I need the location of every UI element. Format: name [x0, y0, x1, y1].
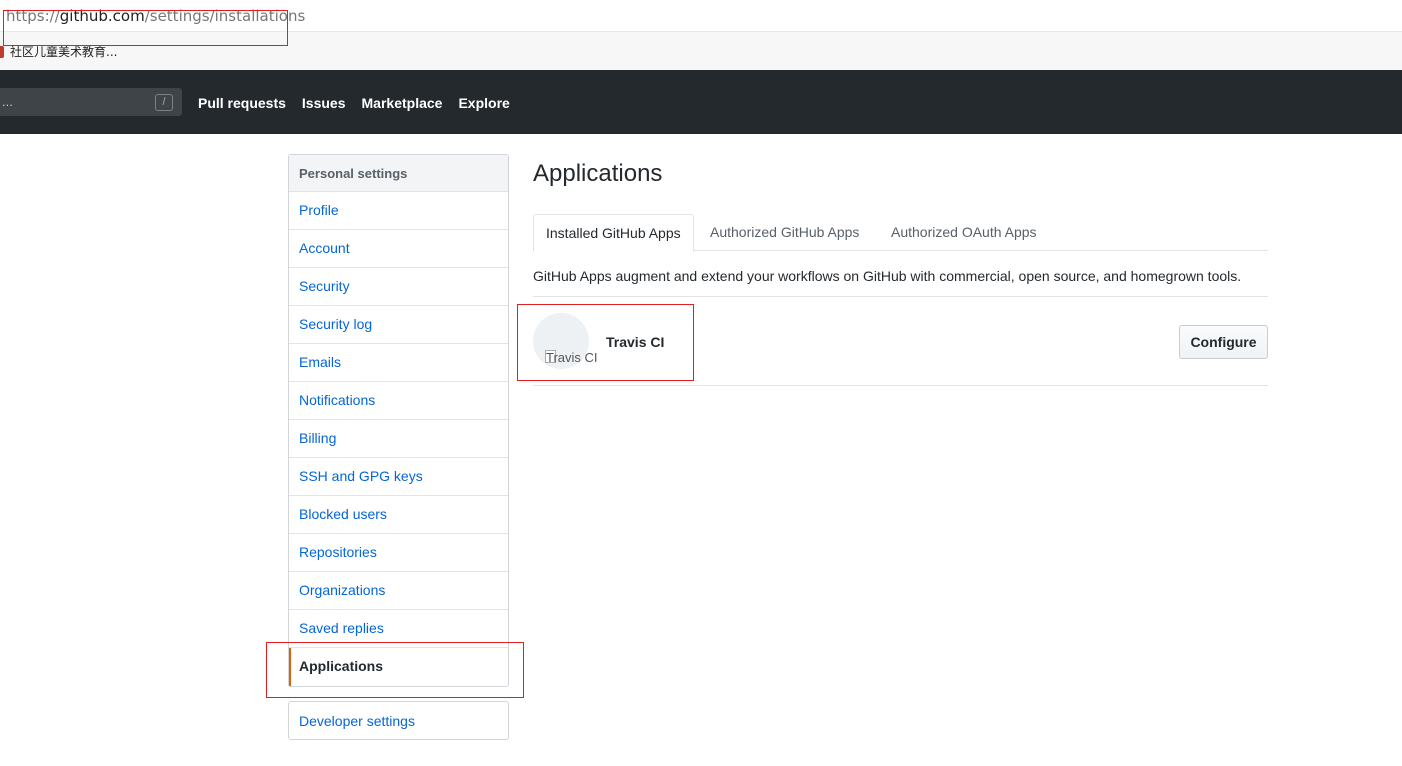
search-input[interactable]: ... / — [0, 88, 182, 116]
url-host: github.com — [59, 7, 145, 25]
search-placeholder: ... — [2, 94, 13, 109]
main-content: Applications Installed GitHub Apps Autho… — [533, 154, 1268, 386]
page-title: Applications — [533, 160, 663, 187]
sidebar-item-applications[interactable]: Applications — [289, 648, 508, 686]
sidebar-item-notifications[interactable]: Notifications — [289, 382, 508, 420]
header-nav: Pull requests Issues Marketplace Explore — [198, 95, 526, 111]
bookmark-label: 社区儿童美术教育... — [10, 45, 118, 59]
sidebar-item-profile[interactable]: Profile — [289, 192, 508, 230]
app-avatar-alt-text: Travis CI — [546, 350, 598, 365]
sidebar-item-billing[interactable]: Billing — [289, 420, 508, 458]
sidebar-heading: Personal settings — [289, 155, 508, 192]
sidebar-item-blocked-users[interactable]: Blocked users — [289, 496, 508, 534]
sidebar-item-ssh-gpg-keys[interactable]: SSH and GPG keys — [289, 458, 508, 496]
sidebar-item-saved-replies[interactable]: Saved replies — [289, 610, 508, 648]
settings-sidebar: Personal settings Profile Account Securi… — [288, 154, 509, 687]
configure-button[interactable]: Configure — [1179, 325, 1268, 359]
search-shortcut-key: / — [155, 94, 173, 111]
nav-marketplace[interactable]: Marketplace — [362, 95, 443, 111]
sidebar-item-developer-settings[interactable]: Developer settings — [288, 701, 509, 740]
bookmarks-bar: 社区儿童美术教育... — [0, 32, 1402, 70]
nav-pull-requests[interactable]: Pull requests — [198, 95, 286, 111]
browser-address-bar[interactable]: https://github.com/settings/installation… — [0, 0, 1402, 32]
tab-installed-github-apps[interactable]: Installed GitHub Apps — [533, 214, 694, 252]
sidebar-item-repositories[interactable]: Repositories — [289, 534, 508, 572]
sidebar-item-security[interactable]: Security — [289, 268, 508, 306]
sidebar-item-account[interactable]: Account — [289, 230, 508, 268]
app-tabs: Installed GitHub Apps Authorized GitHub … — [533, 214, 1268, 252]
github-header: ... / Pull requests Issues Marketplace E… — [0, 70, 1402, 134]
installed-app-row: Travis CI Travis CI Configure — [533, 297, 1268, 386]
bookmark-item[interactable]: 社区儿童美术教育... — [0, 43, 117, 60]
bookmark-favicon-icon — [0, 46, 4, 58]
app-avatar[interactable]: Travis CI — [533, 313, 598, 369]
tab-authorized-oauth-apps[interactable]: Authorized OAuth Apps — [879, 214, 1049, 251]
apps-description: GitHub Apps augment and extend your work… — [533, 268, 1242, 284]
app-name[interactable]: Travis CI — [606, 334, 664, 350]
sidebar-item-emails[interactable]: Emails — [289, 344, 508, 382]
nav-explore[interactable]: Explore — [458, 95, 509, 111]
url-scheme: https:// — [6, 7, 60, 25]
sidebar-item-security-log[interactable]: Security log — [289, 306, 508, 344]
tab-authorized-github-apps[interactable]: Authorized GitHub Apps — [698, 214, 871, 251]
sidebar-item-organizations[interactable]: Organizations — [289, 572, 508, 610]
nav-issues[interactable]: Issues — [302, 95, 346, 111]
url-path: /settings/installations — [144, 7, 306, 25]
url-text[interactable]: https://github.com/settings/installation… — [6, 7, 305, 25]
